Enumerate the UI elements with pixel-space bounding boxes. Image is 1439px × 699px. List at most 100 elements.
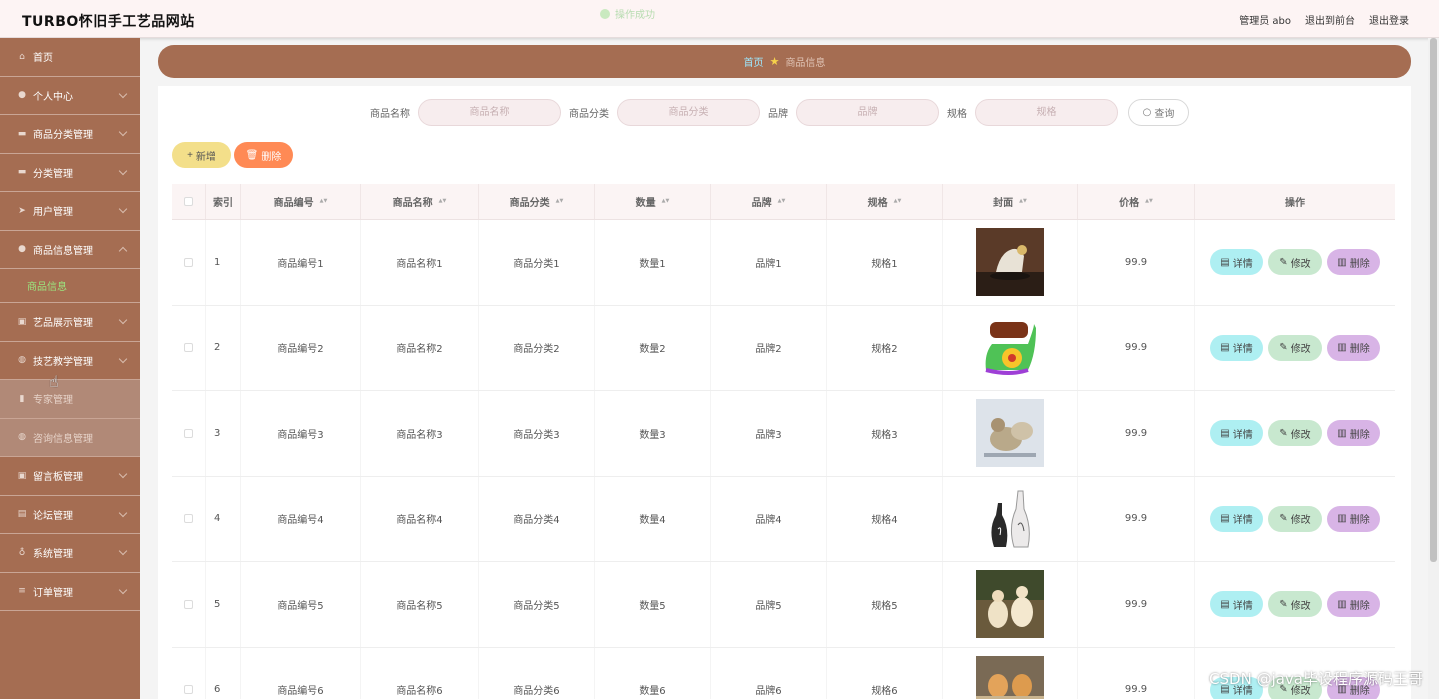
row-checkbox[interactable] xyxy=(184,428,193,438)
table-header: 索引 商品编号 ▲▼ 商品名称 ▲▼ 商品分类 ▲▼ 数量 ▲▼ 品牌 ▲▼ 规格 ▲▼ 封… xyxy=(172,184,1395,220)
delete-button[interactable]: ▥ 删除 xyxy=(1327,420,1380,447)
add-button[interactable]: + 新增 xyxy=(172,142,231,168)
sidebar-item-teaching[interactable]: ◍ 技艺教学管理 xyxy=(0,342,140,380)
sidebar-item-forum[interactable]: ▤ 论坛管理 xyxy=(0,496,140,534)
header-spec[interactable]: 规格 ▲▼ xyxy=(827,184,943,219)
user-icon: ● xyxy=(18,90,26,101)
brand-input[interactable] xyxy=(796,99,939,126)
table-row: 1 商品编号1 商品名称1 商品分类1 数量1 品牌1 规格1 99.9 ▤ 详情 ✎ 修改 ▥ 删除 xyxy=(172,220,1395,306)
breadcrumb-home[interactable]: 首页 xyxy=(744,54,764,69)
detail-button[interactable]: ▤ 详情 xyxy=(1210,505,1263,532)
delete-button[interactable]: ▥ 删除 xyxy=(1327,334,1380,361)
detail-button[interactable]: ▤ 详情 xyxy=(1210,591,1263,618)
edit-button[interactable]: ✎ 修改 xyxy=(1268,249,1322,276)
row-checkbox[interactable] xyxy=(184,343,193,353)
header-quantity[interactable]: 数量 ▲▼ xyxy=(595,184,711,219)
trash-icon: 🗑 xyxy=(245,149,259,161)
cell-index: 1 xyxy=(206,220,241,305)
header-category[interactable]: 商品分类 ▲▼ xyxy=(479,184,595,219)
delete-button[interactable]: ▥ 删除 xyxy=(1327,591,1380,618)
cell-brand: 品牌1 xyxy=(711,220,827,305)
delete-button[interactable]: ▥ 删除 xyxy=(1327,249,1380,276)
sidebar-item-system[interactable]: ♁ 系统管理 xyxy=(0,534,140,573)
sidebar-item-category[interactable]: ▬ 分类管理 xyxy=(0,154,140,192)
product-name-input[interactable] xyxy=(418,99,561,126)
header-cover-label: 封面 xyxy=(993,198,1014,209)
header-name[interactable]: 商品名称 ▲▼ xyxy=(361,184,479,219)
sidebar-item-profile[interactable]: ● 个人中心 xyxy=(0,77,140,115)
delete-label: 删除 xyxy=(1349,429,1370,441)
row-select-cell xyxy=(172,391,206,476)
edit-button[interactable]: ✎ 修改 xyxy=(1268,334,1322,361)
header-cover[interactable]: 封面 ▲▼ xyxy=(943,184,1078,219)
edit-button[interactable]: ✎ 修改 xyxy=(1268,420,1322,447)
cell-spec: 规格4 xyxy=(827,476,943,561)
sidebar-item-consult[interactable]: ◍ 咨询信息管理 xyxy=(0,418,140,457)
delete-label: 删除 xyxy=(261,151,282,163)
sidebar-item-product-info[interactable]: ● 商品信息管理 xyxy=(0,231,140,269)
doc-icon: ▤ xyxy=(17,509,27,520)
scrollbar-thumb[interactable] xyxy=(1430,38,1437,562)
query-button[interactable]: ○ 查询 xyxy=(1128,99,1189,126)
row-checkbox[interactable] xyxy=(184,599,193,609)
cell-spec: 规格1 xyxy=(827,220,943,305)
header-price[interactable]: 价格 ▲▼ xyxy=(1078,184,1195,219)
chevron-down-icon xyxy=(118,315,128,325)
product-cover-image[interactable] xyxy=(976,313,1044,382)
row-checkbox[interactable] xyxy=(184,257,193,267)
cell-cover xyxy=(943,305,1078,390)
product-cover-image[interactable] xyxy=(976,484,1044,553)
sidebar-item-label: 首页 xyxy=(33,53,53,65)
header-name-label: 商品名称 xyxy=(392,198,433,209)
sidebar-item-label: 订单管理 xyxy=(33,587,73,599)
watermark: CSDN @java毕设程序源码王哥 xyxy=(1209,670,1423,688)
table-row: 2 商品编号2 商品名称2 商品分类2 数量2 品牌2 规格2 99.9 ▤ 详情 ✎ 修改 ▥ 删除 xyxy=(172,305,1395,391)
cell-ops: ▤ 详情 ✎ 修改 ▥ 删除 xyxy=(1195,306,1395,391)
globe-icon: ◍ xyxy=(18,432,26,443)
edit-button[interactable]: ✎ 修改 xyxy=(1268,591,1322,618)
batch-delete-button[interactable]: 🗑 删除 xyxy=(234,142,293,168)
sidebar-item-experts[interactable]: ▮ 专家管理 xyxy=(0,380,140,419)
delete-button[interactable]: ▥ 删除 xyxy=(1327,505,1380,532)
select-all-cell xyxy=(172,184,206,219)
sidebar-item-showcase[interactable]: ▣ 艺品展示管理 xyxy=(0,303,140,342)
sidebar-item-product-category[interactable]: ▬ 商品分类管理 xyxy=(0,115,140,154)
chevron-down-icon xyxy=(118,508,128,517)
page-scrollbar[interactable] xyxy=(1428,38,1439,699)
header-code[interactable]: 商品编号 ▲▼ xyxy=(241,184,361,219)
detail-button[interactable]: ▤ 详情 xyxy=(1210,249,1263,276)
cell-name: 商品名称4 xyxy=(361,476,479,561)
chevron-down-icon xyxy=(118,166,128,175)
detail-button[interactable]: ▤ 详情 xyxy=(1210,420,1263,447)
edit-button[interactable]: ✎ 修改 xyxy=(1268,505,1322,532)
product-cover-image[interactable] xyxy=(976,655,1044,699)
row-checkbox[interactable] xyxy=(184,514,193,524)
edit-label: 修改 xyxy=(1290,429,1311,441)
product-cover-image[interactable] xyxy=(976,228,1044,297)
sidebar-item-label: 用户管理 xyxy=(33,207,73,219)
product-cover-image[interactable] xyxy=(976,399,1044,468)
product-category-input[interactable] xyxy=(617,99,760,126)
sidebar-subitem-product-info[interactable]: 商品信息 xyxy=(0,269,140,303)
sidebar-item-orders[interactable]: ≡ 订单管理 xyxy=(0,573,140,611)
sidebar-item-users[interactable]: ➤ 用户管理 xyxy=(0,192,140,231)
cell-ops: ▤ 详情 ✎ 修改 ▥ 删除 xyxy=(1195,220,1395,305)
sidebar-item-messages[interactable]: ▣ 留言板管理 xyxy=(0,457,140,496)
cell-index: 3 xyxy=(206,391,241,476)
cell-name: 商品名称6 xyxy=(361,647,479,699)
list-icon: ≡ xyxy=(18,586,26,597)
table-row: 3 商品编号3 商品名称3 商品分类3 数量3 品牌3 规格3 99.9 ▤ 详情 ✎ 修改 ▥ 删除 xyxy=(172,391,1395,477)
sidebar-item-label: 商品分类管理 xyxy=(33,130,93,142)
chevron-down-icon xyxy=(118,354,128,363)
pencil-icon: ✎ xyxy=(1279,427,1288,439)
header-brand[interactable]: 品牌 ▲▼ xyxy=(711,184,827,219)
product-cover-image[interactable] xyxy=(976,570,1044,639)
detail-button[interactable]: ▤ 详情 xyxy=(1210,334,1263,361)
row-checkbox[interactable] xyxy=(184,685,193,695)
sidebar-item-home[interactable]: ⌂ 首页 xyxy=(0,38,140,77)
to-front-link[interactable]: 退出到前台 xyxy=(1305,12,1355,27)
spec-input[interactable] xyxy=(975,99,1118,126)
briefcase-icon: ▣ xyxy=(17,470,27,481)
logout-link[interactable]: 退出登录 xyxy=(1369,12,1409,27)
select-all-checkbox[interactable] xyxy=(184,197,193,206)
